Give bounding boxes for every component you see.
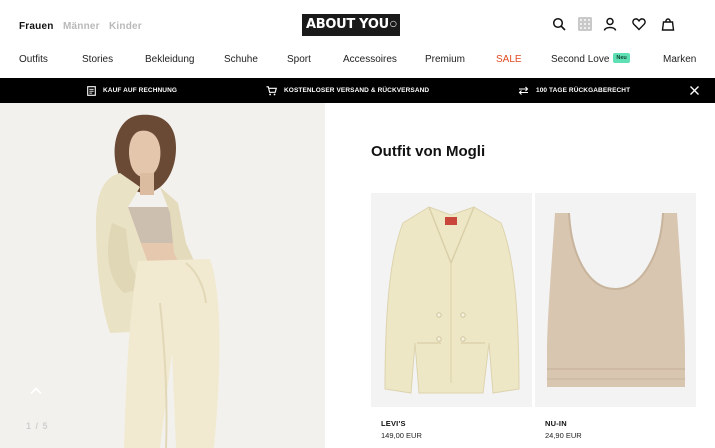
promo-invoice: KAUF AUF RECHNUNG [87,78,177,103]
nav-item-sale[interactable]: SALE [496,54,522,65]
nav-item-stories[interactable]: Stories [82,54,113,65]
promo-shipping-text: KOSTENLOSER VERSAND & RÜCKVERSAND [284,87,430,94]
product-image-knit-top[interactable] [535,193,696,407]
new-badge: Neu [613,53,630,64]
logo-text: ABOUT YOU [306,17,389,32]
grid-icon[interactable] [578,17,592,31]
knit-top-photo [535,193,696,407]
blazer-photo [371,193,532,407]
product-price: 149,00 EUR [381,431,422,440]
nav-item-second-love[interactable]: Second Love Neu [551,53,630,65]
invoice-icon [87,85,96,96]
bag-icon[interactable] [661,17,675,31]
nav-item-brands[interactable]: Marken [663,54,696,65]
promo-returns-text: 100 TAGE RÜCKGABERECHT [536,87,631,94]
promo-invoice-text: KAUF AUF RECHNUNG [103,87,178,94]
top-bar: Frauen Männer Kinder ABOUT YOU○ [0,0,715,48]
nav-item-clothing[interactable]: Bekleidung [145,54,194,65]
gallery-counter: 1 / 5 [26,421,49,431]
about-you-logo[interactable]: ABOUT YOU○ [302,14,400,36]
product-card-knit-top[interactable]: NU-IN 24,90 EUR [535,193,696,440]
nav-item-premium[interactable]: Premium [425,54,465,65]
product-price: 24,90 EUR [545,431,582,440]
second-love-label: Second Love [551,54,610,65]
gender-tab-men[interactable]: Männer [63,21,100,32]
user-icon[interactable] [603,17,617,31]
product-card-blazer[interactable]: LEVI'S 149,00 EUR [371,193,532,440]
nav-item-shoes[interactable]: Schuhe [224,54,258,65]
product-brand: LEVI'S [381,419,406,428]
close-icon[interactable] [689,85,700,96]
promo-returns: 100 TAGE RÜCKGABERECHT [518,78,630,103]
product-image-blazer[interactable] [371,193,532,407]
category-nav: Outfits Stories Bekleidung Schuhe Sport … [0,48,715,78]
gender-tab-kids[interactable]: Kinder [109,21,142,32]
promo-bar: KAUF AUF RECHNUNG KOSTENLOSER VERSAND & … [0,78,715,103]
nav-item-accessories[interactable]: Accessoires [343,54,397,65]
product-brand: NU-IN [545,419,567,428]
heart-icon[interactable] [632,17,646,31]
nav-item-outfits[interactable]: Outfits [19,54,48,65]
gender-tab-women[interactable]: Frauen [19,21,54,32]
outfit-hero-image[interactable]: 1 / 5 [0,103,325,448]
promo-shipping: KOSTENLOSER VERSAND & RÜCKVERSAND [266,78,429,103]
cart-icon [266,85,277,95]
search-icon[interactable] [552,17,566,31]
outfit-title: Outfit von Mogli [371,143,486,160]
return-arrows-icon [518,86,529,95]
nav-item-sport[interactable]: Sport [287,54,311,65]
model-photo [0,103,325,448]
chevron-up-icon[interactable] [29,386,43,396]
